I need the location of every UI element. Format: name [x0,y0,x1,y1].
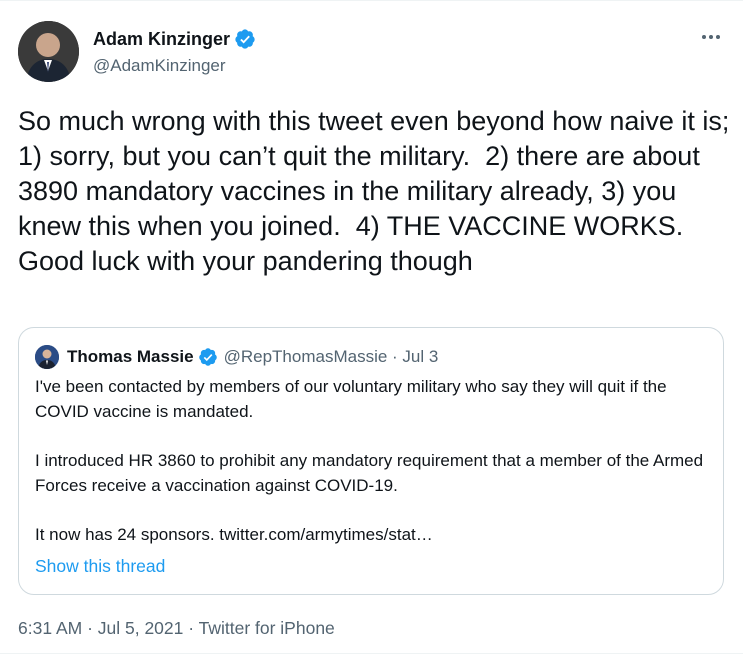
quoted-paragraph: It now has 24 sponsors. twitter.com/army… [35,525,433,544]
quoted-tweet[interactable]: Thomas Massie @RepThomasMassie · Jul 3 I… [18,327,724,595]
quoted-paragraph: I've been contacted by members of our vo… [35,377,667,421]
author-avatar[interactable] [18,21,79,82]
tweet-timestamp[interactable]: 6:31 AM · Jul 5, 2021 · Twitter for iPho… [18,618,335,639]
quoted-author-name: Thomas Massie [67,347,194,366]
quoted-tweet-header: Thomas Massie @RepThomasMassie · Jul 3 [35,345,438,369]
verified-badge-icon [235,29,255,49]
quoted-author-handle-date: @RepThomasMassie · Jul 3 [223,347,439,366]
verified-badge-icon [198,348,217,366]
author-name-row: Adam Kinzinger [93,28,256,50]
author-handle[interactable]: @AdamKinzinger [93,56,256,76]
author-name[interactable]: Adam Kinzinger [93,29,230,50]
tweet-card: Adam Kinzinger @AdamKinzinger So much wr… [0,0,743,654]
quoted-author-avatar [35,345,59,369]
quoted-tweet-body: I've been contacted by members of our vo… [35,375,715,548]
tweet-text: So much wrong with this tweet even beyon… [18,106,737,276]
show-thread-link[interactable]: Show this thread [35,556,165,577]
quoted-paragraph: I introduced HR 3860 to prohibit any man… [35,451,704,495]
author-info: Adam Kinzinger @AdamKinzinger [93,28,256,76]
more-icon[interactable] [699,27,723,47]
